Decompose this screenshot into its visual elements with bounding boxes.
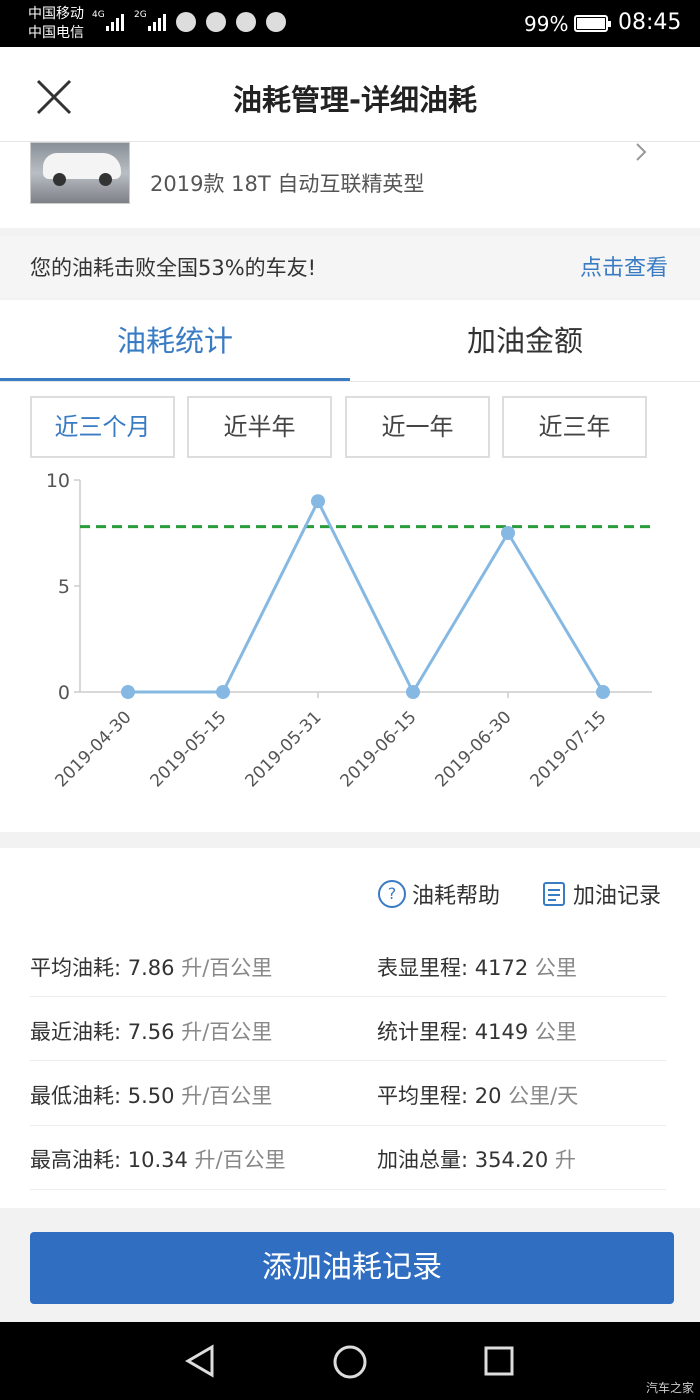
ranking-text: 您的油耗击败全国53%的车友! bbox=[30, 256, 317, 280]
divider bbox=[30, 1189, 666, 1190]
range-3-months[interactable]: 近三个月 bbox=[30, 396, 175, 458]
stats-card: ? 油耗帮助 加油记录 平均油耗: 7.86 升/百公里 表显里程: 4172 … bbox=[0, 848, 700, 1208]
battery-level bbox=[577, 18, 605, 29]
ranking-banner: 您的油耗击败全国53%的车友! 点击查看 bbox=[0, 236, 700, 298]
stat-recent-consumption: 最近油耗: 7.56 升/百公里 bbox=[30, 1020, 273, 1044]
fuel-log-link[interactable]: 加油记录 bbox=[543, 878, 661, 910]
back-icon[interactable] bbox=[184, 1344, 216, 1378]
stat-odometer: 表显里程: 4172 公里 bbox=[377, 956, 577, 980]
list-icon bbox=[543, 882, 565, 906]
signal-bars-icon bbox=[106, 14, 124, 31]
x-tick-label: 2019-04-30 bbox=[52, 707, 136, 791]
range-6-months[interactable]: 近半年 bbox=[187, 396, 332, 458]
series-line bbox=[128, 497, 605, 696]
data-point bbox=[311, 494, 325, 509]
tab-fuel-cost[interactable]: 加油金额 bbox=[350, 300, 700, 382]
stat-calc-mileage: 统计里程: 4149 公里 bbox=[377, 1020, 577, 1044]
fuel-help-link[interactable]: ? 油耗帮助 bbox=[378, 878, 500, 910]
data-point bbox=[121, 685, 135, 699]
y-tick-label: 5 bbox=[58, 576, 70, 598]
x-tick-label: 2019-05-15 bbox=[147, 707, 231, 791]
battery-percentage: 99% bbox=[524, 12, 569, 36]
battery-icon bbox=[574, 15, 611, 32]
data-point bbox=[501, 526, 515, 540]
home-icon[interactable] bbox=[332, 1344, 368, 1380]
divider bbox=[30, 1125, 666, 1126]
recents-icon[interactable] bbox=[483, 1345, 515, 1377]
tab-consumption[interactable]: 油耗统计 bbox=[0, 300, 350, 382]
stat-daily-mileage: 平均里程: 20 公里/天 bbox=[377, 1084, 579, 1108]
data-point bbox=[406, 685, 420, 699]
clock: 08:45 bbox=[618, 10, 682, 35]
signal-label-2: 2G bbox=[134, 10, 147, 20]
car-thumbnail bbox=[30, 142, 130, 204]
x-tick-label: 2019-07-15 bbox=[527, 707, 611, 791]
system-nav-bar: 汽车之家 bbox=[0, 1322, 700, 1400]
view-ranking-link[interactable]: 点击查看 bbox=[580, 250, 668, 282]
page-title: 油耗管理-详细油耗 bbox=[232, 83, 478, 117]
stat-max-consumption: 最高油耗: 10.34 升/百公里 bbox=[30, 1148, 286, 1172]
fuel-help-label: 油耗帮助 bbox=[412, 884, 501, 909]
stat-total-fuel: 加油总量: 354.20 升 bbox=[377, 1148, 576, 1172]
data-point bbox=[216, 685, 230, 699]
chevron-right-icon bbox=[636, 143, 647, 161]
y-tick-label: 10 bbox=[46, 470, 70, 492]
stat-avg-consumption: 平均油耗: 7.86 升/百公里 bbox=[30, 956, 273, 980]
data-point bbox=[596, 685, 610, 699]
watermark: 汽车之家 bbox=[645, 1381, 694, 1395]
signal-label-1: 4G bbox=[92, 10, 105, 20]
car-card[interactable]: 2019款 18T 自动互联精英型 bbox=[0, 142, 700, 228]
range-1-year[interactable]: 近一年 bbox=[345, 396, 490, 458]
car-model: 2019款 18T 自动互联精英型 bbox=[150, 172, 425, 196]
signal-bars-icon bbox=[148, 14, 166, 31]
chat-icon bbox=[206, 12, 226, 32]
header: 油耗管理-详细油耗 bbox=[0, 47, 700, 142]
divider bbox=[30, 1060, 666, 1061]
carrier-1: 中国移动 bbox=[28, 6, 84, 22]
carrier-2: 中国电信 bbox=[28, 25, 84, 41]
shield-icon bbox=[236, 12, 256, 32]
fuel-log-label: 加油记录 bbox=[573, 884, 662, 909]
x-tick-label: 2019-05-31 bbox=[242, 707, 326, 791]
stat-min-consumption: 最低油耗: 5.50 升/百公里 bbox=[30, 1084, 273, 1108]
divider bbox=[30, 996, 666, 997]
carrier-info: 中国移动 中国电信 bbox=[28, 5, 84, 43]
consumption-line-chart: 10502019-04-30 2019-05-15 2019-05-31 2019-0… bbox=[46, 470, 652, 791]
tab-bar: 油耗统计 加油金额 bbox=[0, 300, 700, 382]
add-record-button[interactable]: 添加油耗记录 bbox=[30, 1232, 674, 1304]
tiktok-icon bbox=[176, 12, 196, 32]
x-tick-label: 2019-06-30 bbox=[432, 707, 516, 791]
help-icon: ? bbox=[378, 880, 406, 908]
active-tab-indicator bbox=[0, 378, 350, 381]
x-tick-label: 2019-06-15 bbox=[337, 707, 421, 791]
cloud-icon bbox=[266, 12, 286, 32]
range-3-years[interactable]: 近三年 bbox=[502, 396, 647, 458]
status-bar: 中国移动 中国电信 4G 2G 99% 08:45 bbox=[0, 0, 700, 47]
chart-card: 油耗统计 加油金额 近三个月 近半年 近一年 近三年 10 5 0 2019-04-3… bbox=[0, 300, 700, 832]
y-tick-label: 0 bbox=[58, 682, 70, 704]
notification-icons bbox=[176, 12, 286, 32]
